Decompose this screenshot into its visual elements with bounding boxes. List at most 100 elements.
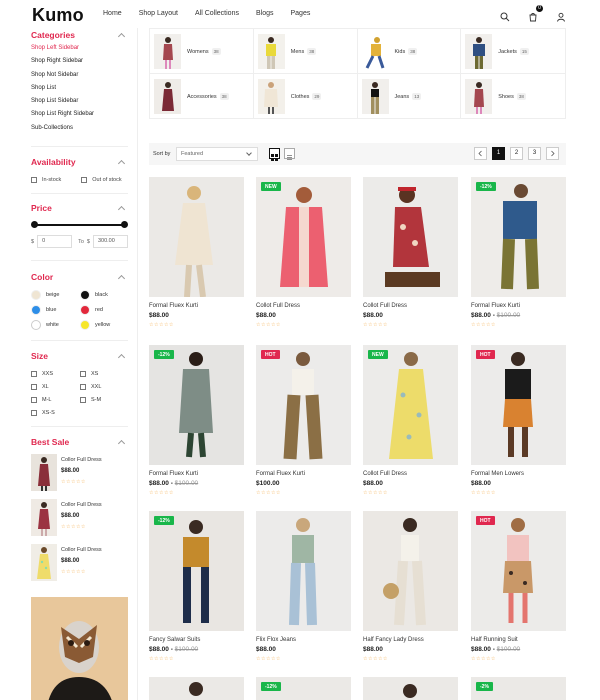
cart-icon[interactable]: 0 [528,5,543,22]
size-header[interactable]: Size [31,350,128,362]
category-item[interactable]: Sub-Collections [31,125,128,138]
subcollection-clothes[interactable]: Clothes 29 [254,74,358,119]
product-image[interactable] [363,511,458,631]
price-max-input[interactable]: 300.00 [92,235,128,249]
nav-shop-layout[interactable]: Shop Layout [139,10,178,17]
product-name[interactable]: Formal Fluex Kurti [256,471,351,477]
product-card[interactable]: HOT Formal Fluex Kurti $100.00 ☆☆☆☆☆ [256,345,351,496]
product-card[interactable]: -12% [256,677,351,700]
product-card[interactable]: NEW Collot Full Dress $88.00 ☆☆☆☆☆ [363,345,458,496]
product-name[interactable]: Formal Fluex Kurti [149,471,244,477]
color-option-white[interactable]: white [31,320,80,331]
product-image[interactable]: -12% [149,345,244,465]
product-image[interactable] [149,177,244,297]
product-card[interactable]: -12% Formal Fluex Kurti $88.00 - $100.00… [471,177,566,328]
subcollection-jackets[interactable]: Jackets 15 [461,29,565,74]
best-sale-name[interactable]: Collor Full Dress [61,502,102,508]
user-icon[interactable] [556,9,566,22]
product-name[interactable]: Formal Fluex Kurti [149,303,244,309]
best-sale-item[interactable]: Collor Full Dress $88.00 ☆☆☆☆☆ [31,499,128,544]
size-option[interactable]: XXS [31,369,80,378]
size-option[interactable]: M-L [31,395,80,404]
product-image[interactable]: -2% [471,677,566,700]
list-view-button[interactable] [284,148,295,160]
price-min-input[interactable]: 0 [37,235,73,249]
size-option[interactable]: S-M [80,395,128,404]
nav-blogs[interactable]: Blogs [256,10,274,17]
category-item[interactable]: Shop List Right Sidebar [31,111,128,124]
subcollection-accessories[interactable]: Accessories 38 [150,74,254,119]
prev-page-button[interactable] [474,147,487,160]
subcollection-kids[interactable]: Kids 38 [357,29,462,74]
product-card[interactable]: Flix Flox Jeans $88.00 ☆☆☆☆☆ [256,511,351,662]
product-card[interactable]: NEW Collot Full Dress $88.00 ☆☆☆☆☆ [256,177,351,328]
product-image[interactable] [149,677,244,700]
product-card[interactable]: -12% Formal Fluex Kurti $88.00 - $100.00… [149,345,244,496]
product-name[interactable]: Collot Full Dress [256,303,351,309]
color-option-beige[interactable]: beige [31,290,80,301]
product-name[interactable]: Formal Fluex Kurti [471,303,566,309]
product-name[interactable]: Fancy Salwar Suits [149,637,244,643]
product-card[interactable]: -12% Fancy Salwar Suits $88.00 - $100.00… [149,511,244,662]
product-card[interactable]: Collot Full Dress $88.00 ☆☆☆☆☆ [363,177,458,328]
in-stock-checkbox[interactable]: In-stock [31,177,61,184]
product-name[interactable]: Formal Men Lowers [471,471,566,477]
page-button[interactable]: 1 [492,147,505,160]
product-name[interactable]: Collot Full Dress [363,471,458,477]
product-image[interactable] [256,511,351,631]
best-sale-name[interactable]: Collor Full Dress [61,547,102,553]
next-page-button[interactable] [546,147,559,160]
product-card[interactable]: HOT Half Running Suit $88.00 - $100.00 ☆… [471,511,566,662]
categories-header[interactable]: Categories [31,29,128,41]
subcollection-mens[interactable]: Mens 38 [253,29,358,74]
subcollection-shoes[interactable]: Shoes 38 [461,74,565,119]
category-item[interactable]: Shop Not Sidebar [31,72,128,85]
product-name[interactable]: Half Fancy Lady Dress [363,637,458,643]
category-item[interactable]: Shop List Sidebar [31,98,128,111]
product-name[interactable]: Flix Flox Jeans [256,637,351,643]
best-sale-item[interactable]: Collor Full Dress $88.00 ☆☆☆☆☆ [31,454,128,499]
product-image[interactable]: HOT [471,511,566,631]
best-sale-item[interactable]: Collor Full Dress $88.00 ☆☆☆☆☆ [31,544,128,589]
product-image[interactable] [363,177,458,297]
product-image[interactable]: -12% [256,677,351,700]
availability-header[interactable]: Availability [31,156,128,168]
product-name[interactable]: Collot Full Dress [363,303,458,309]
sort-select[interactable]: Featured [176,147,258,161]
nav-home[interactable]: Home [103,10,122,17]
price-slider-min-handle[interactable] [31,221,38,229]
product-card[interactable]: HOT Formal Men Lowers $88.00 ☆☆☆☆☆ [471,345,566,496]
product-image[interactable]: HOT [471,345,566,465]
best-sale-name[interactable]: Collor Full Dress [61,457,102,463]
grid-view-button[interactable] [269,148,280,161]
subcollection-womens[interactable]: Womens 38 [150,29,254,74]
subcollection-jeans[interactable]: Jeans 13 [358,74,462,119]
product-card[interactable]: Formal Fluex Kurti $88.00 ☆☆☆☆☆ [149,177,244,328]
size-option[interactable]: XS [80,369,128,378]
price-slider[interactable] [31,220,128,230]
color-header[interactable]: Color [31,271,128,283]
category-item[interactable]: Shop Right Sidebar [31,58,128,71]
size-option[interactable]: XL [31,382,80,391]
color-option-red[interactable]: red [80,305,128,316]
product-image[interactable]: -12% [149,511,244,631]
best-sale-header[interactable]: Best Sale [31,436,128,448]
product-image[interactable]: NEW [363,345,458,465]
brand-logo[interactable]: Kumo [32,5,84,26]
product-card[interactable] [149,677,244,700]
page-button[interactable]: 2 [510,147,523,160]
color-option-yellow[interactable]: yellow [80,320,128,331]
color-option-blue[interactable]: blue [31,305,80,316]
price-slider-max-handle[interactable] [121,221,128,229]
category-item[interactable]: Shop List [31,85,128,98]
promo-banner[interactable] [31,597,128,700]
page-button[interactable]: 3 [528,147,541,160]
product-image[interactable] [363,677,458,700]
product-image[interactable]: -12% [471,177,566,297]
product-name[interactable]: Half Running Suit [471,637,566,643]
size-option[interactable]: XS-S [31,408,80,417]
product-card[interactable] [363,677,458,700]
nav-pages[interactable]: Pages [290,10,310,17]
search-icon[interactable] [500,9,510,22]
product-card[interactable]: -2% [471,677,566,700]
